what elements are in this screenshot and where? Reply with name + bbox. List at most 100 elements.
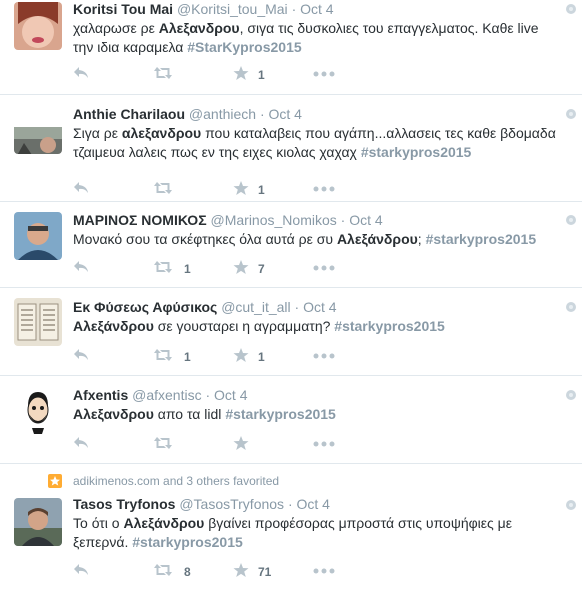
tweet-text: Το ότι ο Αλεξάνδρου βγαίνει προφέσορας μ…: [73, 514, 562, 552]
retweet-icon[interactable]: [153, 66, 173, 82]
tweet-header: ΜΑΡΙΝΟΣ ΝΟΜΙΚΟΣ @Marinos_Nomikos · Oct 4: [73, 211, 562, 229]
tweet-header: Koritsi Tou Mai @Koritsi_tou_Mai · Oct 4: [73, 0, 562, 18]
separator-dot: ·: [287, 496, 293, 512]
retweet-icon[interactable]: [153, 348, 173, 364]
hashtag-link[interactable]: #starkypros2015: [132, 534, 243, 550]
author-name[interactable]: Tasos Tryfonos: [73, 496, 175, 512]
tweet[interactable]: Εκ Φύσεως Αφύσικος @cut_it_all · Oct 4 Α…: [0, 288, 582, 376]
more-options-icon[interactable]: [313, 568, 335, 584]
favorite-icon[interactable]: [233, 259, 249, 275]
favorited-context[interactable]: adikimenos.com and 3 others favorited: [73, 473, 279, 489]
timestamp-link[interactable]: Oct 4: [297, 496, 330, 512]
tweet-text: Αλεξάνδρου σε γουσταρει η αγραμματη? #st…: [73, 317, 562, 336]
author-handle[interactable]: @anthiech: [189, 106, 256, 122]
retweet-count: 8: [184, 565, 191, 579]
author-handle[interactable]: @afxentisc: [132, 387, 201, 403]
avatar[interactable]: [14, 120, 62, 154]
tweet-text: Αλεξανδρου απο τα lidl #starkypros2015: [73, 405, 562, 424]
highlighted-keyword: Αλεξάνδρου: [123, 515, 205, 531]
text-segment: Το ότι ο: [73, 515, 124, 531]
text-segment: σε γουσταρει η αγραμματη?: [153, 318, 335, 334]
favorite-icon[interactable]: [233, 562, 249, 578]
hashtag-link[interactable]: #StarKypros2015: [187, 39, 301, 55]
tweet-text: Σιγα ρε αλεξανδρου που καταλαβεις που αγ…: [73, 124, 562, 162]
highlighted-keyword: Αλεξανδρου: [73, 406, 154, 422]
more-options-icon[interactable]: [313, 265, 335, 281]
more-options-icon[interactable]: [313, 441, 335, 457]
favorite-count: 1: [258, 183, 265, 197]
tweet-timeline: Koritsi Tou Mai @Koritsi_tou_Mai · Oct 4…: [0, 0, 582, 591]
tweet-header: Afxentis @afxentisc · Oct 4: [73, 386, 562, 404]
more-options-icon[interactable]: [313, 353, 335, 369]
author-handle[interactable]: @TasosTryfonos: [179, 496, 284, 512]
author-handle[interactable]: @cut_it_all: [221, 299, 290, 315]
reply-icon[interactable]: [73, 66, 89, 82]
retweet-icon[interactable]: [153, 436, 173, 452]
avatar[interactable]: [14, 2, 62, 50]
timestamp-link[interactable]: Oct 4: [349, 212, 382, 228]
globe-icon: [566, 302, 576, 312]
retweet-icon[interactable]: [153, 260, 173, 276]
tweet[interactable]: Afxentis @afxentisc · Oct 4 Αλεξανδρου α…: [0, 376, 582, 464]
separator-dot: ·: [291, 1, 297, 17]
globe-icon: [566, 109, 576, 119]
tweet-header: Tasos Tryfonos @TasosTryfonos · Oct 4: [73, 495, 562, 513]
text-segment: χαλαρωσε ρε: [73, 20, 159, 36]
tweet-text: Μονακό σου τα σκέφτηκες όλα αυτά ρε συ Α…: [73, 230, 562, 249]
separator-dot: ·: [294, 299, 300, 315]
reply-icon[interactable]: [73, 436, 89, 452]
separator-dot: ·: [340, 212, 346, 228]
retweet-icon[interactable]: [153, 563, 173, 579]
favorite-count: 71: [258, 565, 272, 579]
favorited-star-icon: [48, 474, 62, 488]
favorite-count: 7: [258, 262, 265, 276]
separator-dot: ·: [205, 387, 211, 403]
author-handle[interactable]: @Koritsi_tou_Mai: [177, 1, 288, 17]
text-segment: απο τα lidl: [153, 406, 226, 422]
tweet[interactable]: Koritsi Tou Mai @Koritsi_tou_Mai · Oct 4…: [0, 0, 582, 95]
tweet[interactable]: Anthie Charilaou @anthiech · Oct 4 Σιγα …: [0, 95, 582, 202]
author-name[interactable]: ΜΑΡΙΝΟΣ ΝΟΜΙΚΟΣ: [73, 212, 207, 228]
highlighted-keyword: Αλεξάνδρου: [336, 231, 418, 247]
author-name[interactable]: Anthie Charilaou: [73, 106, 185, 122]
tweet-header: Anthie Charilaou @anthiech · Oct 4: [73, 105, 562, 123]
author-handle[interactable]: @Marinos_Nomikos: [211, 212, 337, 228]
tweet[interactable]: ΜΑΡΙΝΟΣ ΝΟΜΙΚΟΣ @Marinos_Nomikos · Oct 4…: [0, 202, 582, 288]
avatar[interactable]: [14, 298, 62, 346]
reply-icon[interactable]: [73, 181, 89, 197]
reply-icon[interactable]: [73, 260, 89, 276]
timestamp-link[interactable]: Oct 4: [300, 1, 333, 17]
timestamp-link[interactable]: Oct 4: [214, 387, 247, 403]
favorite-count: 1: [258, 68, 265, 82]
hashtag-link[interactable]: #starkypros2015: [426, 231, 537, 247]
more-options-icon[interactable]: [313, 71, 335, 87]
tweet-header: Εκ Φύσεως Αφύσικος @cut_it_all · Oct 4: [73, 298, 562, 316]
text-segment: Μονακό σου τα σκέφτηκες όλα αυτά ρε συ: [73, 231, 337, 247]
globe-icon: [566, 500, 576, 510]
timestamp-link[interactable]: Oct 4: [303, 299, 336, 315]
reply-icon[interactable]: [73, 563, 89, 579]
timestamp-link[interactable]: Oct 4: [269, 106, 302, 122]
tweet[interactable]: adikimenos.com and 3 others favorited Ta…: [0, 464, 582, 591]
more-options-icon[interactable]: [313, 186, 335, 202]
separator-dot: ·: [259, 106, 265, 122]
avatar[interactable]: [14, 386, 62, 434]
reply-icon[interactable]: [73, 348, 89, 364]
author-name[interactable]: Εκ Φύσεως Αφύσικος: [73, 299, 217, 315]
globe-icon: [566, 215, 576, 225]
favorite-icon[interactable]: [233, 347, 249, 363]
retweet-icon[interactable]: [153, 181, 173, 197]
hashtag-link[interactable]: #starkypros2015: [225, 406, 336, 422]
avatar[interactable]: [14, 498, 62, 546]
favorite-icon[interactable]: [233, 435, 249, 451]
retweet-count: 1: [184, 262, 191, 276]
favorite-count: 1: [258, 350, 265, 364]
highlighted-keyword: Αλεξάνδρου: [73, 318, 154, 334]
hashtag-link[interactable]: #starkypros2015: [361, 144, 472, 160]
author-name[interactable]: Afxentis: [73, 387, 128, 403]
hashtag-link[interactable]: #starkypros2015: [334, 318, 445, 334]
avatar[interactable]: [14, 212, 62, 260]
favorite-icon[interactable]: [233, 65, 249, 81]
author-name[interactable]: Koritsi Tou Mai: [73, 1, 173, 17]
favorite-icon[interactable]: [233, 180, 249, 196]
